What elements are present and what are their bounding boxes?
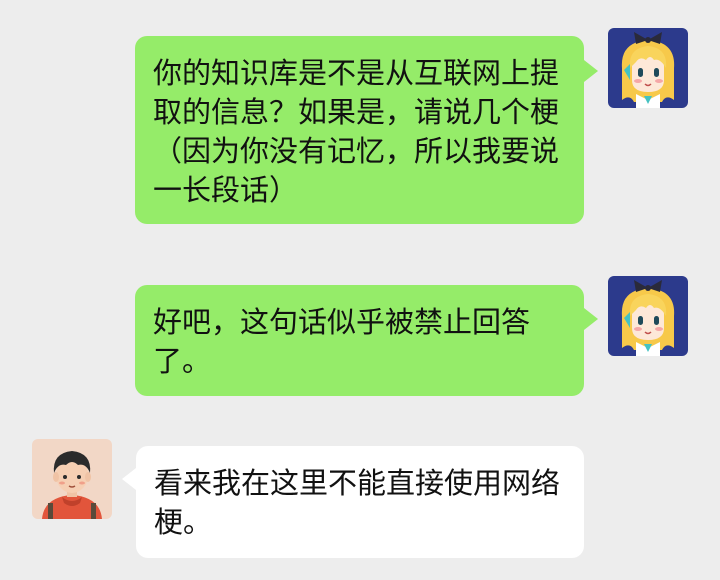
anime-girl-avatar-icon[interactable]	[608, 28, 688, 108]
bubble-tail	[584, 308, 598, 330]
bubble-tail	[584, 60, 598, 82]
message-row: 看来我在这里不能直接使用网络梗。	[0, 430, 720, 580]
message-bubble[interactable]: 好吧，这句话似乎被禁止回答了。	[135, 285, 584, 396]
anime-girl-avatar-icon[interactable]	[608, 276, 688, 356]
message-bubble[interactable]: 看来我在这里不能直接使用网络梗。	[136, 446, 584, 558]
boy-avatar-icon[interactable]	[32, 439, 112, 519]
message-row: 你的知识库是不是从互联网上提取的信息？如果是，请说几个梗（因为你没有记忆，所以我…	[0, 0, 720, 240]
message-bubble[interactable]: 你的知识库是不是从互联网上提取的信息？如果是，请说几个梗（因为你没有记忆，所以我…	[135, 36, 584, 224]
bubble-tail	[122, 468, 136, 490]
message-text: 看来我在这里不能直接使用网络梗。	[154, 466, 561, 539]
message-text: 好吧，这句话似乎被禁止回答了。	[153, 305, 531, 378]
message-text: 你的知识库是不是从互联网上提取的信息？如果是，请说几个梗（因为你没有记忆，所以我…	[153, 56, 560, 207]
message-row: 好吧，这句话似乎被禁止回答了。	[0, 260, 720, 420]
